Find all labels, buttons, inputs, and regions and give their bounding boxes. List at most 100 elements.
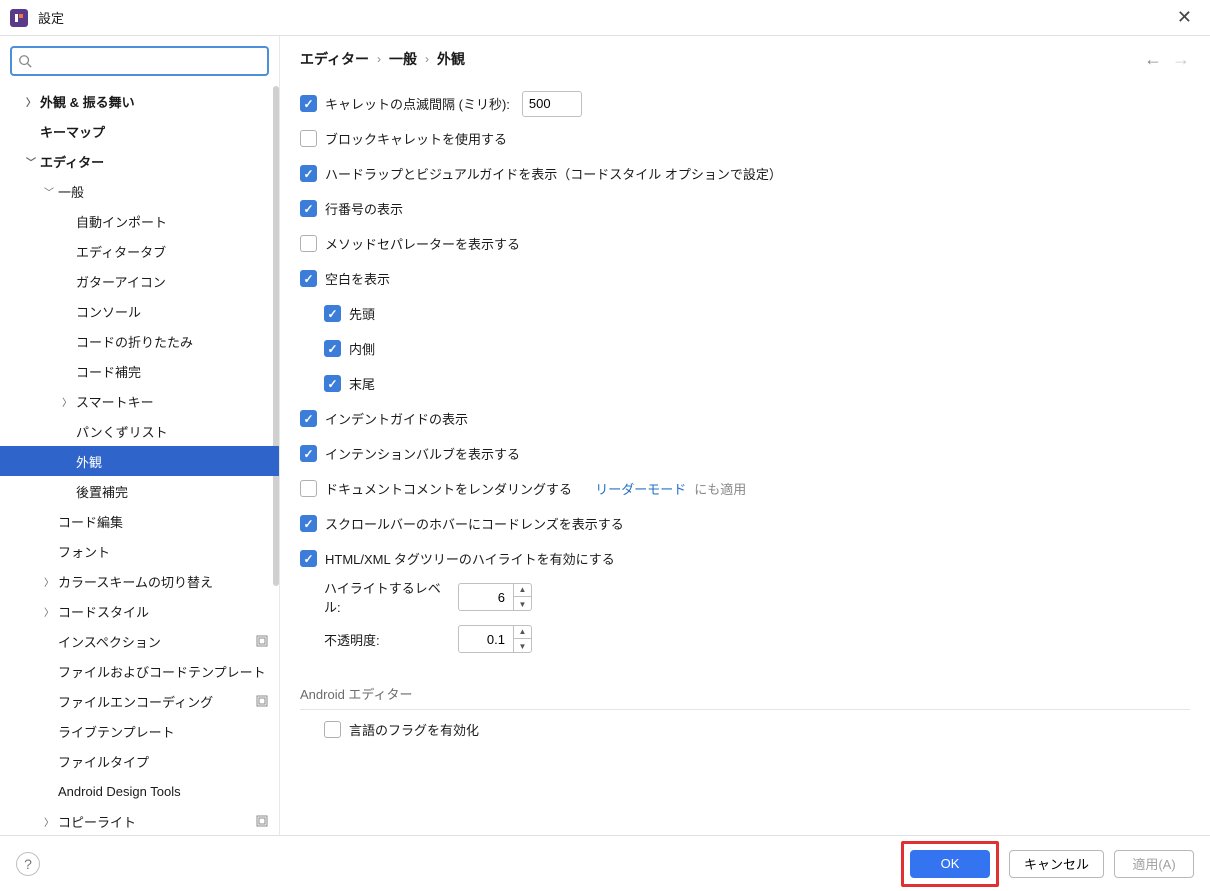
tree-item[interactable]: 〉スマートキー xyxy=(0,386,279,416)
tree-item[interactable]: インスペクション xyxy=(0,626,279,656)
ws-inner-label: 内側 xyxy=(349,339,375,358)
html-highlight-checkbox[interactable] xyxy=(300,550,317,567)
chevron-down-icon[interactable]: ▼ xyxy=(514,639,531,653)
tree-item-label: パンくずリスト xyxy=(76,422,279,441)
block-caret-label: ブロックキャレットを使用する xyxy=(325,129,507,148)
tree-item-label: 自動インポート xyxy=(76,212,279,231)
tree-item[interactable]: ファイルタイプ xyxy=(0,746,279,776)
lang-flags-label: 言語のフラグを有効化 xyxy=(349,720,479,739)
opacity-stepper[interactable]: ▲▼ xyxy=(513,625,531,653)
app-icon xyxy=(10,9,28,27)
method-sep-checkbox[interactable] xyxy=(300,235,317,252)
apply-button[interactable]: 適用(A) xyxy=(1114,850,1194,878)
tree-item[interactable]: 外観 xyxy=(0,446,279,476)
breadcrumb-item: 外観 xyxy=(437,49,465,69)
line-numbers-checkbox[interactable] xyxy=(300,200,317,217)
tree-item-label: カラースキームの切り替え xyxy=(58,572,279,591)
ws-leading-label: 先頭 xyxy=(349,304,375,323)
indent-guides-label: インデントガイドの表示 xyxy=(325,409,468,428)
tree-item[interactable]: 後置補完 xyxy=(0,476,279,506)
tree-item[interactable]: パンくずリスト xyxy=(0,416,279,446)
ok-button[interactable]: OK xyxy=(910,850,990,878)
tree-item[interactable]: 〉コードスタイル xyxy=(0,596,279,626)
tree-item-label: 後置補完 xyxy=(76,482,279,501)
tree-item-label: ガターアイコン xyxy=(76,272,279,291)
settings-tree[interactable]: 〉外観 & 振る舞いキーマップ﹀エディター﹀一般自動インポートエディタータブガタ… xyxy=(0,86,279,835)
breadcrumb-item[interactable]: 一般 xyxy=(389,49,417,69)
tree-item[interactable]: ガターアイコン xyxy=(0,266,279,296)
block-caret-checkbox[interactable] xyxy=(300,130,317,147)
tree-item[interactable]: ﹀エディター xyxy=(0,146,279,176)
chevron-right-icon[interactable]: 〉 xyxy=(40,604,58,619)
close-icon[interactable]: ✕ xyxy=(1169,3,1200,32)
tree-item[interactable]: Android Design Tools xyxy=(0,776,279,806)
tree-item[interactable]: 〉外観 & 振る舞い xyxy=(0,86,279,116)
nav-back-icon[interactable]: ← xyxy=(1144,49,1162,70)
chevron-up-icon[interactable]: ▲ xyxy=(514,625,531,639)
whitespace-label: 空白を表示 xyxy=(325,269,390,288)
project-scope-icon xyxy=(255,814,269,828)
tree-item-label: インスペクション xyxy=(58,632,255,651)
caret-blink-input[interactable] xyxy=(522,91,582,117)
tree-item-label: ファイルおよびコードテンプレート xyxy=(58,662,279,681)
breadcrumb-item[interactable]: エディター xyxy=(300,49,369,69)
ws-inner-checkbox[interactable] xyxy=(324,340,341,357)
highlight-level-input[interactable] xyxy=(459,590,513,605)
whitespace-checkbox[interactable] xyxy=(300,270,317,287)
hardwrap-checkbox[interactable] xyxy=(300,165,317,182)
tree-item[interactable]: 〉カラースキームの切り替え xyxy=(0,566,279,596)
codelens-label: スクロールバーのホバーにコードレンズを表示する xyxy=(325,514,624,533)
chevron-right-icon[interactable]: 〉 xyxy=(22,94,40,109)
highlight-level-stepper[interactable]: ▲▼ xyxy=(513,583,531,611)
tree-item[interactable]: キーマップ xyxy=(0,116,279,146)
tree-item-label: コピーライト xyxy=(58,812,255,831)
reader-mode-link[interactable]: リーダーモード xyxy=(595,479,686,498)
chevron-down-icon[interactable]: ﹀ xyxy=(22,154,40,169)
chevron-right-icon[interactable]: 〉 xyxy=(40,574,58,589)
search-input[interactable] xyxy=(10,46,269,76)
titlebar: 設定 ✕ xyxy=(0,0,1210,36)
tree-item[interactable]: コード補完 xyxy=(0,356,279,386)
tree-item[interactable]: エディタータブ xyxy=(0,236,279,266)
footer: ? OK キャンセル 適用(A) xyxy=(0,835,1210,891)
content: キャレットの点滅間隔 (ミリ秒): ブロックキャレットを使用する ハードラップと… xyxy=(280,82,1210,835)
tree-item-label: 外観 xyxy=(76,452,279,471)
opacity-input[interactable] xyxy=(459,632,513,647)
tree-item[interactable]: コード編集 xyxy=(0,506,279,536)
tree-item[interactable]: コンソール xyxy=(0,296,279,326)
tree-item[interactable]: ライブテンプレート xyxy=(0,716,279,746)
nav-forward-icon: → xyxy=(1172,49,1190,70)
cancel-button[interactable]: キャンセル xyxy=(1009,850,1104,878)
tree-item-label: フォント xyxy=(58,542,279,561)
tree-item[interactable]: 自動インポート xyxy=(0,206,279,236)
caret-blink-checkbox[interactable] xyxy=(300,95,317,112)
chevron-right-icon[interactable]: 〉 xyxy=(40,814,58,829)
chevron-down-icon[interactable]: ﹀ xyxy=(40,184,58,199)
ws-trailing-label: 末尾 xyxy=(349,374,375,393)
chevron-up-icon[interactable]: ▲ xyxy=(514,583,531,597)
intention-bulb-checkbox[interactable] xyxy=(300,445,317,462)
lang-flags-checkbox[interactable] xyxy=(324,721,341,738)
indent-guides-checkbox[interactable] xyxy=(300,410,317,427)
chevron-right-icon: › xyxy=(377,52,381,66)
chevron-right-icon[interactable]: 〉 xyxy=(58,394,76,409)
tree-item[interactable]: ファイルエンコーディング xyxy=(0,686,279,716)
tree-item[interactable]: フォント xyxy=(0,536,279,566)
ws-trailing-checkbox[interactable] xyxy=(324,375,341,392)
doc-render-checkbox[interactable] xyxy=(300,480,317,497)
tree-item[interactable]: コードの折りたたみ xyxy=(0,326,279,356)
tree-item-label: コード補完 xyxy=(76,362,279,381)
help-icon[interactable]: ? xyxy=(16,852,40,876)
sidebar: 〉外観 & 振る舞いキーマップ﹀エディター﹀一般自動インポートエディタータブガタ… xyxy=(0,36,280,835)
tree-item[interactable]: ファイルおよびコードテンプレート xyxy=(0,656,279,686)
tree-item[interactable]: ﹀一般 xyxy=(0,176,279,206)
breadcrumb: エディター › 一般 › 外観 xyxy=(300,49,1144,69)
caret-blink-label: キャレットの点滅間隔 (ミリ秒): xyxy=(325,94,510,113)
chevron-down-icon[interactable]: ▼ xyxy=(514,597,531,611)
tree-item[interactable]: 〉コピーライト xyxy=(0,806,279,835)
codelens-checkbox[interactable] xyxy=(300,515,317,532)
tree-item-label: 一般 xyxy=(58,182,279,201)
opacity-label: 不透明度: xyxy=(324,630,448,649)
tree-item-label: コードの折りたたみ xyxy=(76,332,279,351)
ws-leading-checkbox[interactable] xyxy=(324,305,341,322)
